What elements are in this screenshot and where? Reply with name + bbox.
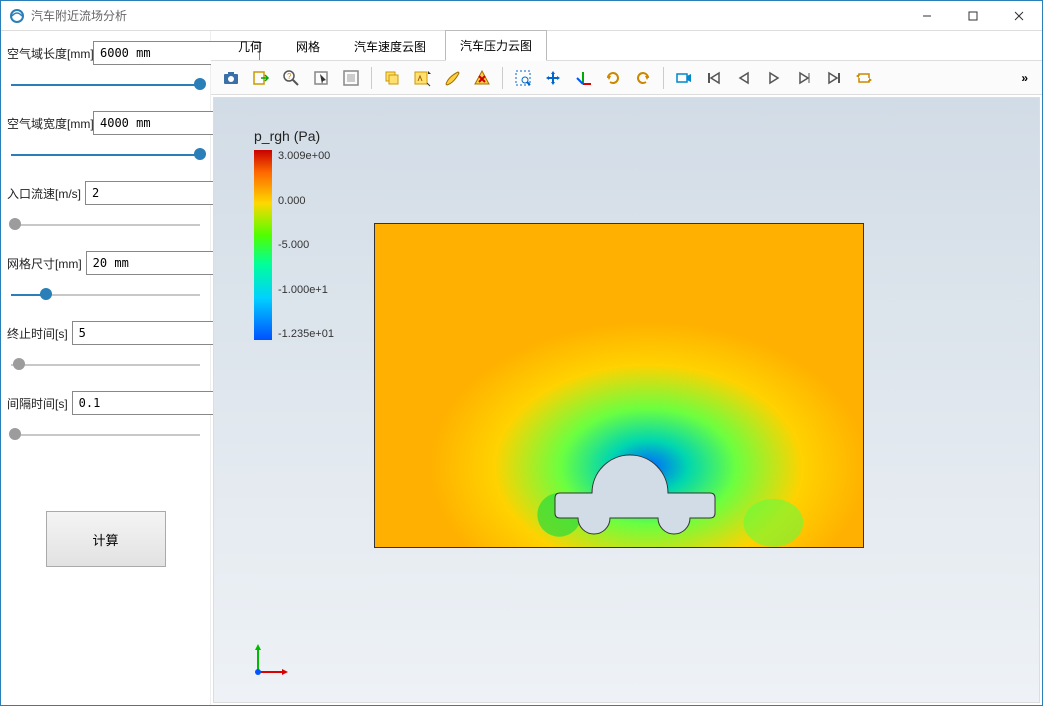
tab-bar: 几何网格汽车速度云图汽车压力云图 (211, 31, 1042, 61)
slider-thumb[interactable] (194, 148, 206, 160)
param-row: 网格尺寸[mm] (7, 251, 204, 275)
axis-triad-icon (250, 640, 290, 680)
skip-first-icon[interactable] (700, 64, 728, 92)
tab-0[interactable]: 几何 (223, 31, 277, 61)
param-label: 间隔时间[s] (7, 395, 68, 412)
marquee-zoom-icon[interactable] (509, 64, 537, 92)
maximize-button[interactable] (950, 1, 996, 31)
record-icon[interactable] (670, 64, 698, 92)
step-forward-icon[interactable] (790, 64, 818, 92)
step-back-icon[interactable] (730, 64, 758, 92)
skip-last-icon[interactable] (820, 64, 848, 92)
fit-screen-icon[interactable] (337, 64, 365, 92)
param-row: 空气域长度[mm] (7, 41, 204, 65)
param-slider[interactable] (7, 215, 204, 235)
calculate-button[interactable]: 计算 (46, 511, 166, 567)
select-rect-icon[interactable] (307, 64, 335, 92)
minimize-button[interactable] (904, 1, 950, 31)
param-slider[interactable] (7, 75, 204, 95)
rotate-cw-icon[interactable] (629, 64, 657, 92)
legend-tick: 0.000 (278, 195, 334, 207)
legend-tick: -5.000 (278, 239, 334, 251)
param-label: 空气域宽度[mm] (7, 115, 89, 132)
app-window: 汽车附近流场分析 空气域长度[mm] 空气域宽度[mm] 入口流速[m/s] 网格尺寸… (0, 0, 1043, 706)
copy-icon[interactable] (378, 64, 406, 92)
tab-2[interactable]: 汽车速度云图 (339, 31, 441, 61)
toolbar-separator (663, 67, 664, 89)
param-row: 间隔时间[s] (7, 391, 204, 415)
play-icon[interactable] (760, 64, 788, 92)
close-button[interactable] (996, 1, 1042, 31)
slider-thumb[interactable] (9, 428, 21, 440)
titlebar: 汽车附近流场分析 (1, 1, 1042, 31)
slider-thumb[interactable] (194, 78, 206, 90)
car-geometry (550, 443, 730, 543)
slider-thumb[interactable] (13, 358, 25, 370)
pressure-field-plot (374, 223, 864, 548)
sidebar: 空气域长度[mm] 空气域宽度[mm] 入口流速[m/s] 网格尺寸[mm] 终止时间[… (1, 31, 211, 705)
legend-title: p_rgh (Pa) (254, 128, 334, 144)
brush-icon[interactable] (438, 64, 466, 92)
tab-3[interactable]: 汽车压力云图 (445, 30, 547, 61)
svg-text:?: ? (287, 72, 292, 81)
param-label: 空气域长度[mm] (7, 45, 89, 62)
toolbar-separator (502, 67, 503, 89)
param-slider[interactable] (7, 145, 204, 165)
param-label: 终止时间[s] (7, 325, 68, 342)
rotate-ccw-icon[interactable] (599, 64, 627, 92)
toolbar: ?» (211, 61, 1042, 95)
legend-tick: -1.235e+01 (278, 328, 334, 340)
window-title: 汽车附近流场分析 (31, 7, 904, 24)
param-label: 网格尺寸[mm] (7, 255, 82, 272)
legend-ticks: 3.009e+00 0.000 -5.000 -1.000e+1 -1.235e+01 (278, 150, 334, 340)
toolbar-overflow-button[interactable]: » (1013, 71, 1036, 85)
color-legend: p_rgh (Pa) 3.009e+00 0.000 -5.000 -1.000e+1… (254, 128, 334, 340)
param-slider[interactable] (7, 355, 204, 375)
param-row: 终止时间[s] (7, 321, 204, 345)
toolbar-separator (371, 67, 372, 89)
axes-xyz-icon[interactable] (569, 64, 597, 92)
param-slider[interactable] (7, 285, 204, 305)
edit-dropdown-icon[interactable] (408, 64, 436, 92)
pan-icon[interactable] (539, 64, 567, 92)
viewport-3d[interactable]: p_rgh (Pa) 3.009e+00 0.000 -5.000 -1.000e+1… (213, 97, 1040, 703)
param-slider[interactable] (7, 425, 204, 445)
legend-tick: 3.009e+00 (278, 150, 334, 162)
param-row: 入口流速[m/s] (7, 181, 204, 205)
loop-icon[interactable] (850, 64, 878, 92)
legend-tick: -1.000e+1 (278, 284, 334, 296)
param-label: 入口流速[m/s] (7, 185, 81, 202)
alert-x-icon[interactable] (468, 64, 496, 92)
legend-colorbar (254, 150, 272, 340)
main-panel: 几何网格汽车速度云图汽车压力云图 ?» p_rgh (Pa) 3.009e+00… (211, 31, 1042, 705)
param-row: 空气域宽度[mm] (7, 111, 204, 135)
slider-thumb[interactable] (9, 218, 21, 230)
slider-thumb[interactable] (40, 288, 52, 300)
app-icon (9, 8, 25, 24)
zoom-query-icon[interactable]: ? (277, 64, 305, 92)
export-icon[interactable] (247, 64, 275, 92)
tab-1[interactable]: 网格 (281, 31, 335, 61)
camera-icon[interactable] (217, 64, 245, 92)
